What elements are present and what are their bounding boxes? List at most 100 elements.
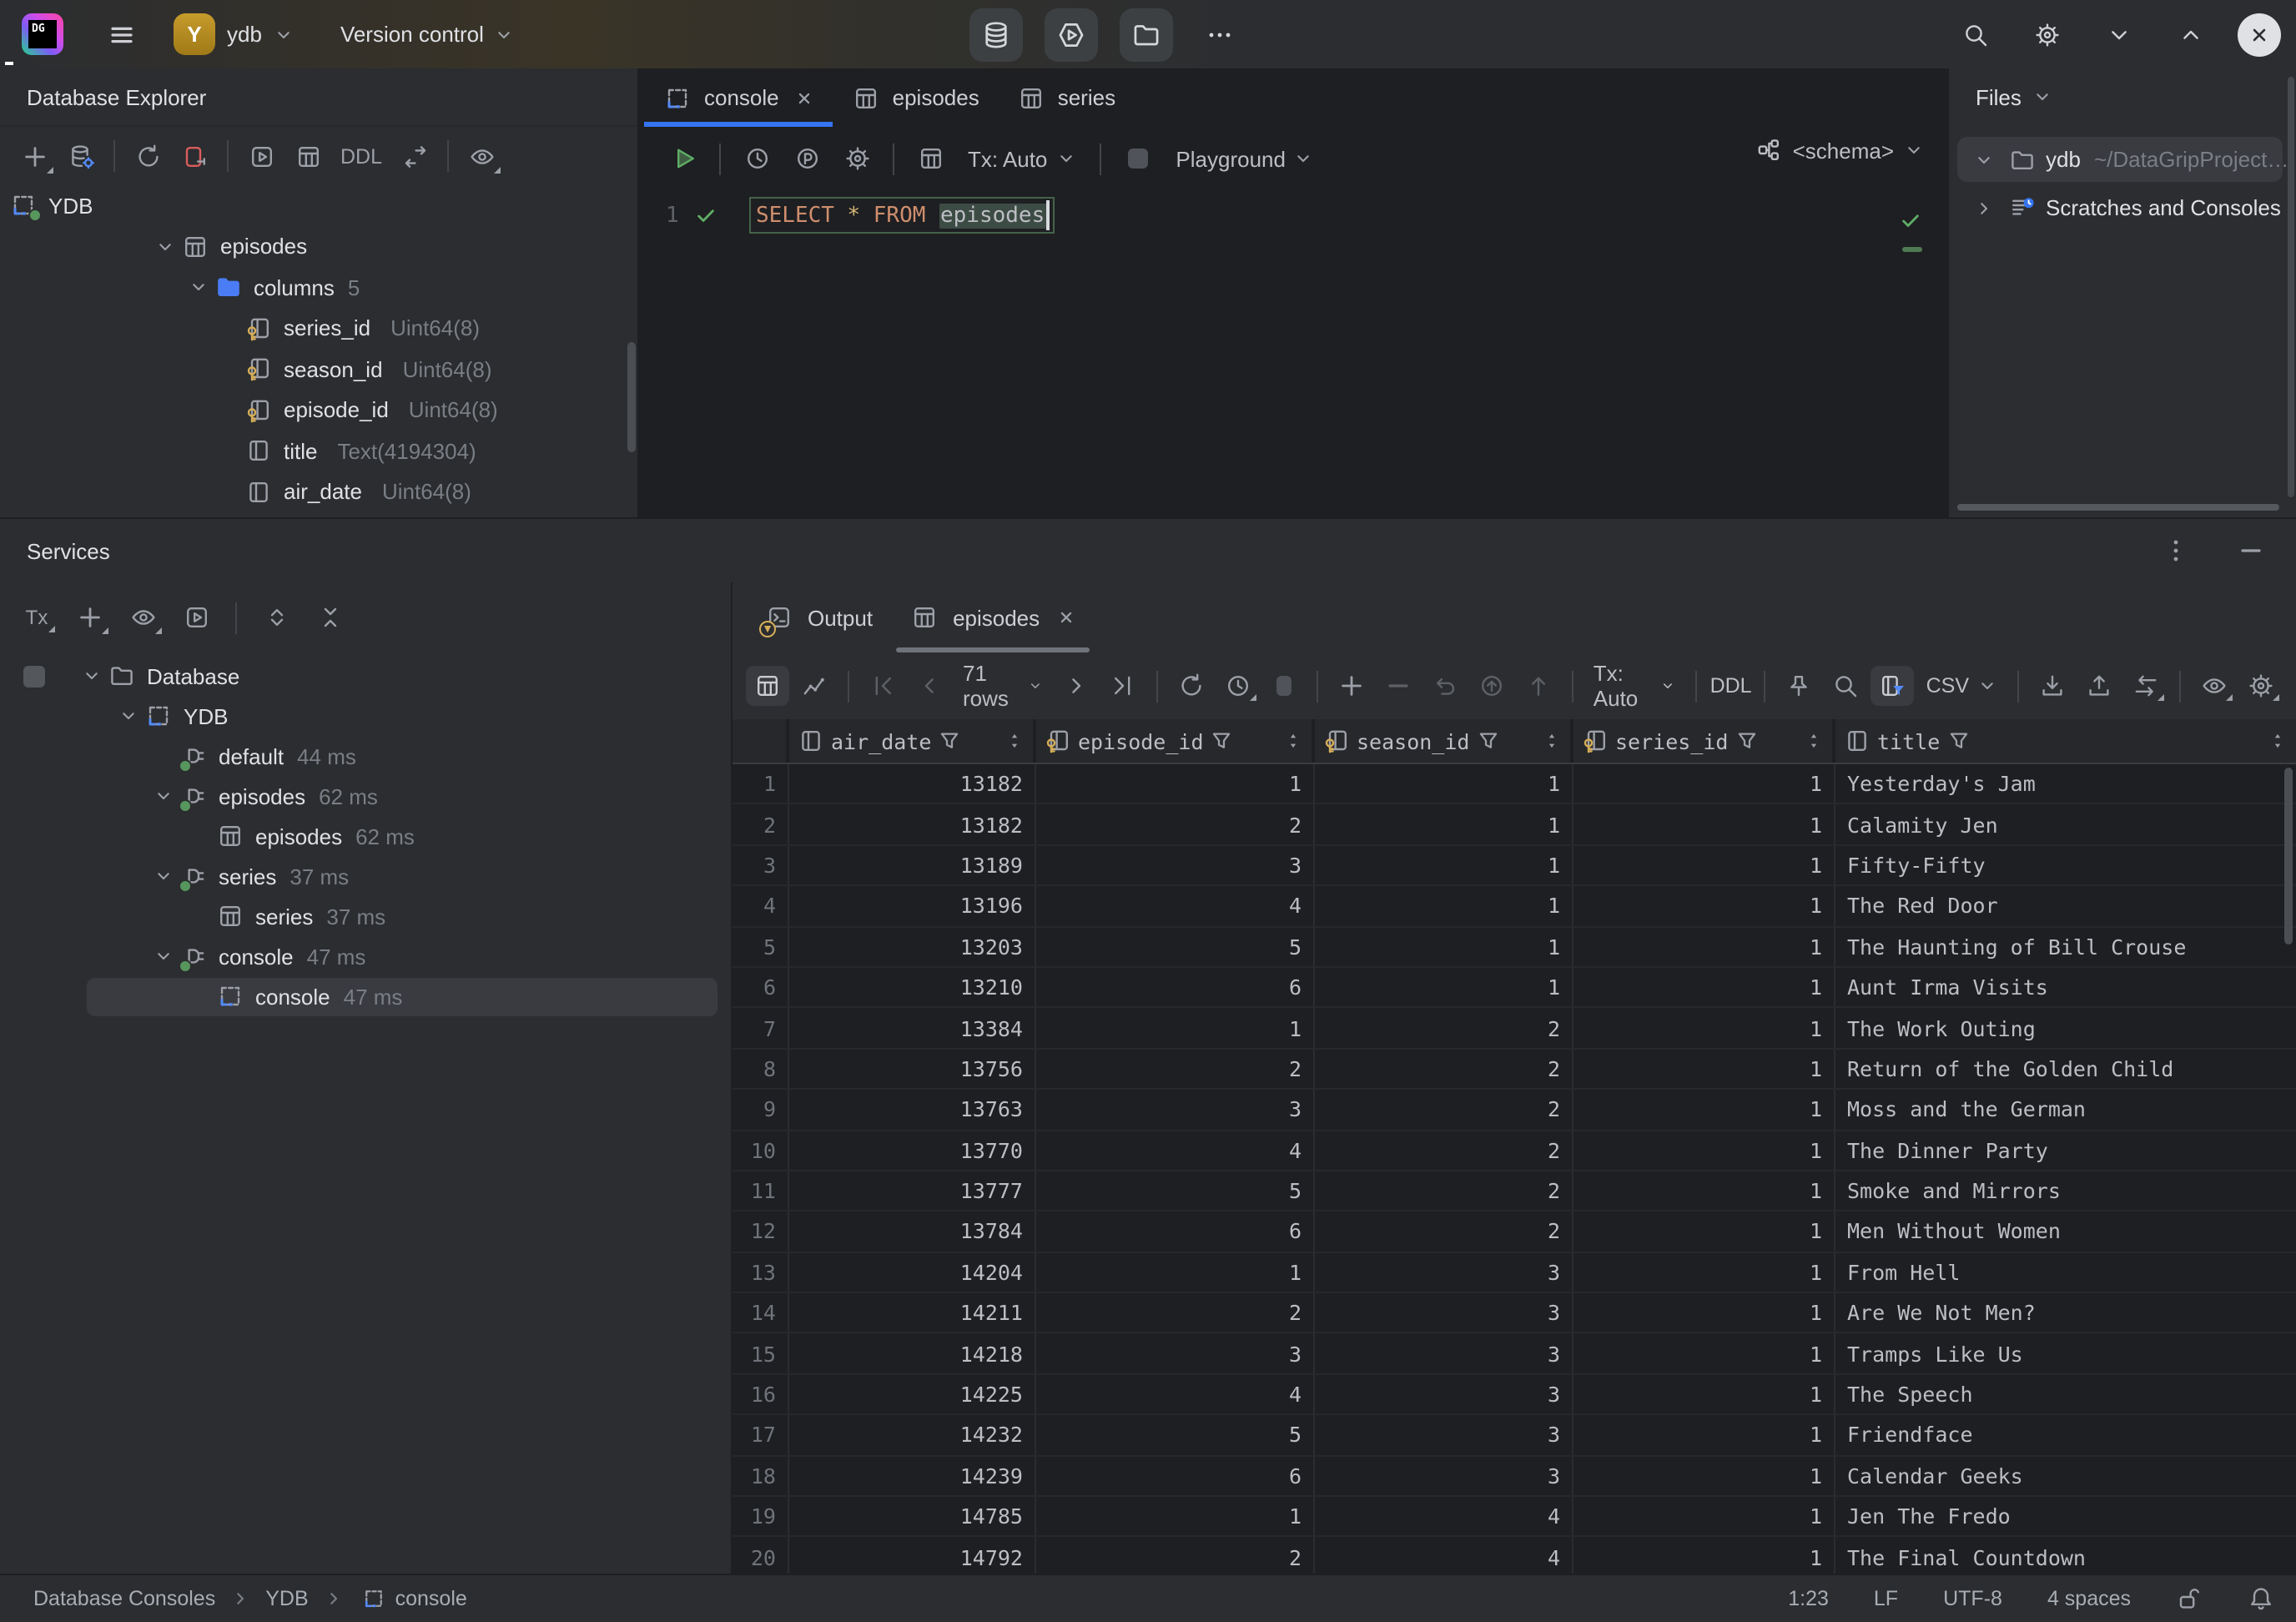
row-number-cell[interactable]: 3 [733, 846, 789, 885]
season-id-cell[interactable]: 4 [1315, 1538, 1573, 1574]
grid-column-header[interactable]: air_date [789, 719, 1036, 763]
compare-button[interactable] [2124, 666, 2168, 706]
series-id-cell[interactable]: 1 [1573, 1131, 1835, 1170]
title-cell[interactable]: Aunt Irma Visits [1835, 968, 2296, 1007]
search-button[interactable] [1825, 666, 1868, 706]
title-cell[interactable]: The Red Door [1835, 886, 2296, 925]
commit-button[interactable] [1517, 666, 1560, 706]
episode-id-cell[interactable]: 1 [1036, 764, 1315, 803]
breadcrumb-item[interactable]: YDB [222, 1587, 308, 1610]
add-row-button[interactable] [1330, 666, 1373, 706]
series-id-cell[interactable]: 1 [1573, 1293, 1835, 1332]
series-id-cell[interactable]: 1 [1573, 927, 1835, 966]
season-id-cell[interactable]: 1 [1315, 968, 1573, 1007]
inspection-status-check-icon[interactable] [1891, 200, 1931, 240]
chevron-down-icon[interactable] [149, 781, 179, 811]
tree-row-column[interactable]: series_id Uint64(8) [0, 308, 637, 349]
collapse-all-button[interactable] [307, 596, 352, 639]
search-everywhere-button[interactable] [1951, 9, 2001, 59]
files-tree-row[interactable]: ydb ~/DataGripProjects/ydb [1949, 135, 2296, 184]
services-tree-row[interactable]: series 37 ms [0, 856, 731, 896]
air-date-cell[interactable]: 14785 [789, 1497, 1036, 1536]
grid-row[interactable]: 8 13756 2 2 1 Return of the Golden Child [733, 1049, 2296, 1090]
tx-mode-button[interactable]: Tx [15, 597, 58, 637]
title-cell[interactable]: Smoke and Mirrors [1835, 1171, 2296, 1211]
season-id-cell[interactable]: 3 [1315, 1293, 1573, 1332]
air-date-cell[interactable]: 13182 [789, 805, 1036, 844]
window-expand-button[interactable] [2166, 9, 2216, 59]
first-page-button[interactable] [861, 666, 904, 706]
series-id-cell[interactable]: 1 [1573, 1334, 1835, 1373]
series-id-cell[interactable]: 1 [1573, 886, 1835, 925]
tree-row-columns-folder[interactable]: columns 5 [0, 267, 637, 308]
breadcrumb-item[interactable]: Database Consoles [33, 1587, 215, 1610]
chevron-down-icon[interactable] [77, 661, 107, 691]
episode-id-cell[interactable]: 4 [1036, 886, 1315, 925]
chevron-down-icon[interactable] [149, 861, 179, 891]
episode-id-cell[interactable]: 2 [1036, 805, 1315, 844]
grid-row[interactable]: 5 13203 5 1 1 The Haunting of Bill Crous… [733, 927, 2296, 968]
grid-row[interactable]: 7 13384 1 2 1 The Work Outing [733, 1009, 2296, 1050]
line-separator-widget[interactable]: LF [1874, 1587, 1898, 1610]
project-widget[interactable]: Y ydb [174, 13, 294, 55]
series-id-cell[interactable]: 1 [1573, 1538, 1835, 1574]
sort-icon[interactable] [1542, 731, 1562, 751]
row-number-cell[interactable]: 15 [733, 1334, 789, 1373]
season-id-cell[interactable]: 2 [1315, 1131, 1573, 1170]
filter-icon[interactable] [1735, 729, 1758, 753]
grid-row[interactable]: 12 13784 6 2 1 Men Without Women [733, 1212, 2296, 1253]
grid-row[interactable]: 11 13777 5 2 1 Smoke and Mirrors [733, 1171, 2296, 1212]
open-table-button[interactable] [285, 134, 330, 178]
episode-id-cell[interactable]: 3 [1036, 1334, 1315, 1373]
table-view-button[interactable] [746, 666, 789, 706]
grid-row[interactable]: 2 13182 2 1 1 Calamity Jen [733, 805, 2296, 846]
chevron-right-icon[interactable] [1969, 193, 1999, 223]
title-cell[interactable]: Men Without Women [1835, 1212, 2296, 1252]
air-date-cell[interactable]: 14204 [789, 1252, 1036, 1292]
air-date-cell[interactable]: 13763 [789, 1090, 1036, 1129]
title-cell[interactable]: Tramps Like Us [1835, 1334, 2296, 1373]
console-settings-button[interactable] [834, 137, 879, 180]
air-date-cell[interactable]: 13384 [789, 1009, 1036, 1048]
series-id-cell[interactable]: 1 [1573, 1375, 1835, 1414]
row-number-cell[interactable]: 11 [733, 1171, 789, 1211]
tree-row-column[interactable]: title Text(4194304) [0, 431, 637, 471]
explorer-scrollbar[interactable] [627, 342, 636, 452]
add-service-button[interactable] [67, 596, 112, 639]
in-editor-results-button[interactable] [908, 137, 953, 180]
row-number-cell[interactable]: 7 [733, 1009, 789, 1048]
title-cell[interactable]: From Hell [1835, 1252, 2296, 1292]
code-line[interactable]: SELECT*FROMepisodes [749, 197, 1054, 234]
tx-mode-select[interactable]: Tx: Auto [958, 146, 1085, 171]
series-id-cell[interactable]: 1 [1573, 1416, 1835, 1455]
filter-icon[interactable] [1476, 729, 1499, 753]
row-number-cell[interactable]: 12 [733, 1212, 789, 1252]
grid-row[interactable]: 13 14204 1 3 1 From Hell [733, 1252, 2296, 1293]
session-select[interactable]: Playground [1166, 146, 1324, 171]
row-number-cell[interactable]: 19 [733, 1497, 789, 1536]
tree-row-ydb-root[interactable]: YDB [0, 185, 637, 226]
navigate-to-editor-button[interactable] [392, 134, 437, 178]
new-item-button[interactable] [12, 134, 57, 178]
season-id-cell[interactable]: 3 [1315, 1252, 1573, 1292]
title-cell[interactable]: The Work Outing [1835, 1009, 2296, 1048]
grid-row[interactable]: 20 14792 2 4 1 The Final Countdown [733, 1538, 2296, 1574]
chevron-down-icon[interactable] [113, 701, 144, 731]
grid-row[interactable]: 3 13189 3 1 1 Fifty-Fifty [733, 846, 2296, 887]
import-button[interactable] [2077, 666, 2121, 706]
editor-tab[interactable]: episodes [833, 68, 998, 127]
tree-row-column[interactable]: season_id Uint64(8) [0, 349, 637, 390]
run-button[interactable] [661, 137, 706, 180]
filter-icon[interactable] [938, 729, 961, 753]
services-tree-row[interactable]: console 47 ms [0, 976, 731, 1016]
title-cell[interactable]: The Dinner Party [1835, 1131, 2296, 1170]
grid-row[interactable]: 18 14239 6 3 1 Calendar Geeks [733, 1456, 2296, 1497]
series-id-cell[interactable]: 1 [1573, 968, 1835, 1007]
episode-id-cell[interactable]: 1 [1036, 1497, 1315, 1536]
title-cell[interactable]: Return of the Golden Child [1835, 1049, 2296, 1088]
query-console-button[interactable] [239, 134, 284, 178]
grid-row[interactable]: 15 14218 3 3 1 Tramps Like Us [733, 1334, 2296, 1375]
episode-id-cell[interactable]: 1 [1036, 1009, 1315, 1048]
window-collapse-button[interactable] [2094, 9, 2144, 59]
encoding-widget[interactable]: UTF-8 [1943, 1587, 2002, 1610]
